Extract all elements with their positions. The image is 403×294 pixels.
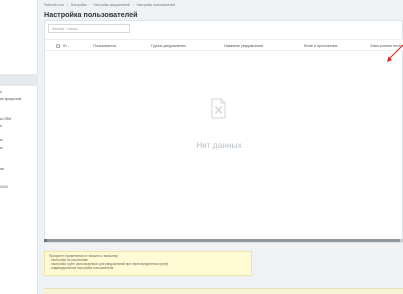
scrollbar-thumb[interactable]: [44, 239, 400, 242]
main-panel: Фильтр + поиск ID ↓ Пользователь Группа …: [44, 20, 403, 243]
page-title: Настройка пользователей: [44, 10, 138, 19]
favorite-star-icon[interactable]: ☆: [127, 10, 132, 17]
horizontal-scrollbar[interactable]: [44, 239, 403, 242]
table-header: ID ↓ Пользователь Группа уведомления Наз…: [45, 39, 403, 51]
sidebar-item-6[interactable]: ы: [0, 146, 38, 150]
red-annotation-arrow-icon: [387, 44, 403, 62]
sidebar-item-label: ы: [0, 146, 3, 150]
empty-file-icon: [211, 98, 226, 119]
sidebar-item-1[interactable]: ь: [0, 90, 38, 94]
column-header-id-label: ID: [63, 44, 67, 48]
breadcrumb-item[interactable]: Настройки уведомлений: [93, 3, 129, 7]
sidebar-item-2[interactable]: ие процессов: [0, 97, 38, 101]
scroll-left-arrow-icon[interactable]: [44, 239, 47, 242]
column-header-email-apps[interactable]: Email и приложения: [304, 44, 337, 48]
sidebar-active-item[interactable]: [0, 74, 38, 86]
column-header-user[interactable]: Пользователь: [93, 44, 116, 48]
breadcrumb-item[interactable]: Настройки: [71, 3, 87, 7]
column-header-id[interactable]: ID ↓: [63, 44, 69, 48]
sidebar-item-label: ОСИ: [0, 185, 8, 189]
breadcrumb-item: Настройки пользователей: [136, 3, 176, 7]
breadcrumb-separator: /: [89, 3, 91, 7]
sidebar-item-label: ы CRM: [0, 117, 12, 121]
sidebar-item-5[interactable]: ы: [0, 138, 38, 142]
column-header-group[interactable]: Группа уведомления: [151, 44, 186, 48]
sidebar-item-4[interactable]: я: [0, 124, 38, 128]
sidebar-item-label: ия: [0, 167, 4, 171]
sidebar-item-label: ы: [0, 138, 3, 142]
footer-bar: [44, 288, 403, 294]
breadcrumb-separator: /: [67, 3, 68, 7]
settings-gear-icon[interactable]: [56, 44, 60, 48]
sidebar-item-8[interactable]: ОСИ: [0, 185, 38, 189]
search-filter-placeholder: Фильтр + поиск: [52, 27, 78, 31]
sidebar-item-7[interactable]: ия: [0, 167, 38, 171]
left-sidebar: ь ие процессов ы CRM я ы ы ия ОСИ: [0, 0, 38, 294]
sidebar-item-label: ие процессов: [0, 97, 22, 101]
breadcrumb: Рабочий стол / Настройки / Настройки уведомл…: [44, 3, 175, 7]
breadcrumb-separator: /: [132, 3, 134, 7]
column-header-notification[interactable]: Название уведомления: [224, 44, 263, 48]
search-filter-input[interactable]: Фильтр + поиск: [48, 24, 130, 33]
sidebar-item-label: ь: [0, 90, 2, 94]
priority-notice: Приоритет применения от низшего к высшем…: [44, 251, 252, 276]
empty-state-text: Нет данных: [196, 140, 242, 150]
breadcrumb-item[interactable]: Рабочий стол: [44, 3, 64, 7]
sidebar-item-label: я: [0, 124, 2, 128]
sidebar-item-3[interactable]: ы CRM: [0, 117, 38, 121]
notice-line: - индивидуальные настройки пользователя: [49, 265, 114, 270]
